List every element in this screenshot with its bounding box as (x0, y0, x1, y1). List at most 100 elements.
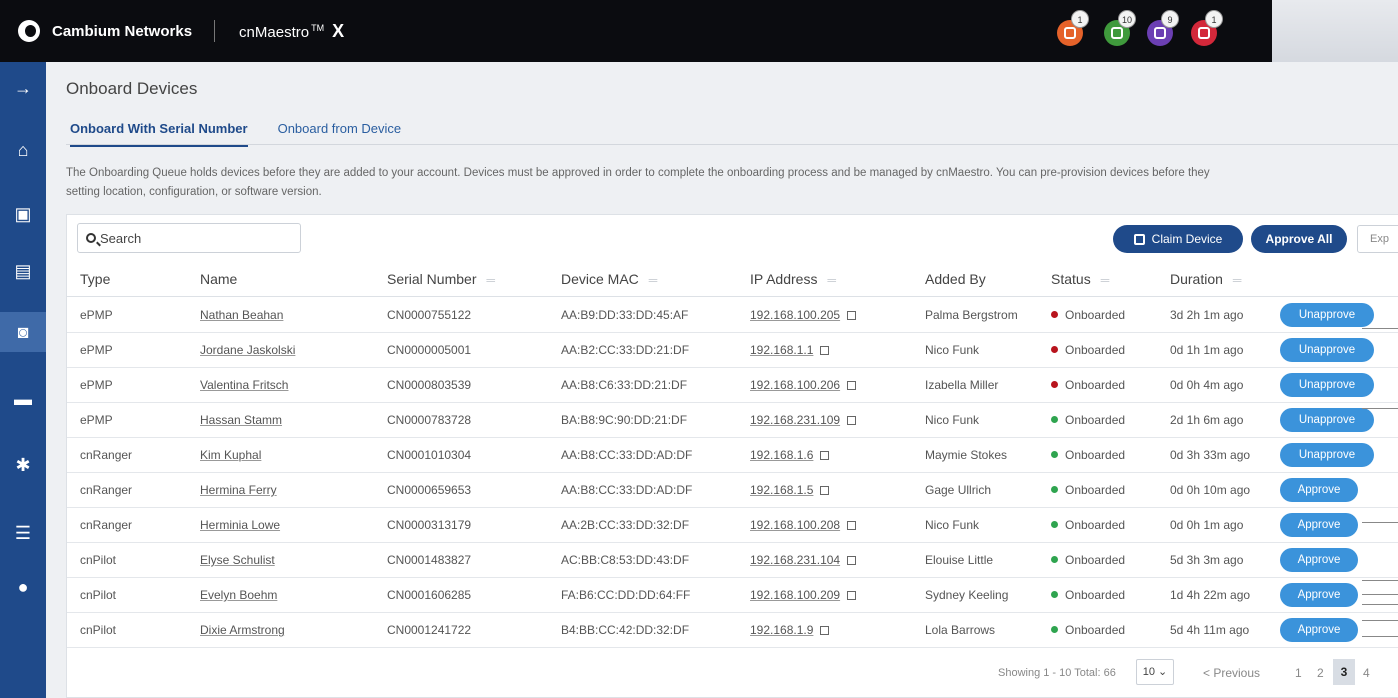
device-name-link[interactable]: Jordane Jaskolski (200, 343, 295, 357)
sync-notification[interactable]: 1 (1191, 10, 1223, 46)
ip-address-link-text: 192.168.100.206 (750, 378, 841, 392)
home-icon[interactable]: ⌂ (0, 130, 46, 170)
expand-arrow-icon[interactable]: → (0, 68, 46, 108)
device-name-link-text: Jordane Jaskolski (200, 343, 296, 357)
task-icon-glyph (1154, 27, 1166, 39)
approve-button[interactable]: Approve (1280, 583, 1358, 607)
ip-address-link[interactable]: 192.168.1.1 (750, 343, 830, 357)
ip-address-link[interactable]: 192.168.100.205 (750, 308, 857, 322)
sort-icon[interactable]: ═ (1101, 273, 1110, 287)
unapprove-button[interactable]: Unapprove (1280, 443, 1374, 467)
external-link-icon[interactable] (847, 416, 857, 425)
external-link-icon[interactable] (847, 521, 857, 530)
external-link-icon[interactable] (820, 486, 830, 495)
search-input[interactable]: Search (77, 223, 301, 253)
unapprove-button[interactable]: Unapprove (1280, 408, 1374, 432)
column-header-status[interactable]: Status ═ (1051, 271, 1109, 287)
external-link-icon[interactable] (820, 626, 830, 635)
column-header-ip-address[interactable]: IP Address ═ (750, 271, 836, 287)
briefcase-icon[interactable]: ▬ (0, 379, 46, 419)
approve-button[interactable]: Approve (1280, 478, 1358, 502)
duration-text: 0d 0h 1m ago (1170, 518, 1244, 532)
serial-number-text: CN0000783728 (387, 413, 472, 427)
column-header-duration[interactable]: Duration ═ (1170, 271, 1241, 287)
notification-count: 1 (1205, 10, 1223, 28)
column-header-serial-number[interactable]: Serial Number ═ (387, 271, 495, 287)
page-3-button[interactable]: 3 (1333, 659, 1355, 685)
ip-address-link[interactable]: 192.168.1.9 (750, 623, 830, 637)
table-row: ePMP Jordane Jaskolski CN0000005001 AA:B2:C… (67, 333, 1398, 368)
sort-icon[interactable]: ═ (1233, 273, 1242, 287)
external-link-icon[interactable] (847, 311, 857, 320)
page-2-button[interactable]: 2 (1317, 666, 1324, 680)
external-link-icon[interactable] (847, 381, 857, 390)
trademark-mark: TM (311, 22, 325, 33)
device-name-link[interactable]: Nathan Beahan (200, 308, 283, 322)
serial-number-text: CN0000755122 (387, 308, 472, 322)
task-notification[interactable]: 9 (1147, 10, 1179, 46)
column-header-device-mac[interactable]: Device MAC ═ (561, 271, 657, 287)
export-button[interactable]: Exp (1357, 225, 1398, 253)
page-size-select[interactable]: 10 ⌄ (1136, 659, 1174, 685)
device-type-text: ePMP (80, 343, 113, 357)
ip-address-link[interactable]: 192.168.100.206 (750, 378, 857, 392)
device-name-link[interactable]: Herminia Lowe (200, 518, 280, 532)
table-row: cnPilot Elyse Schulist CN0001483827 AC:BB:C… (67, 543, 1398, 578)
device-name-link[interactable]: Valentina Fritsch (200, 378, 288, 392)
sort-icon[interactable]: ═ (649, 273, 658, 287)
external-link-icon[interactable] (820, 346, 830, 355)
unapprove-button[interactable]: Unapprove (1280, 303, 1374, 327)
ip-address-link[interactable]: 192.168.100.209 (750, 588, 857, 602)
page-1-button[interactable]: 1 (1295, 666, 1302, 680)
serial-number: CN0000005001 (387, 343, 471, 357)
ip-address-link[interactable]: 192.168.231.104 (750, 553, 857, 567)
server-icon[interactable]: ☰ (0, 513, 46, 553)
status: Onboarded (1051, 553, 1125, 567)
table-row: cnPilot Dixie Armstrong CN0001241722 B4:BB:… (67, 613, 1398, 648)
settings-gear-icon[interactable]: ✱ (0, 445, 46, 485)
onboard-icon[interactable]: ◙ (0, 312, 46, 352)
duration: 0d 3h 33m ago (1170, 448, 1250, 462)
device-name-link[interactable]: Dixie Armstrong (200, 623, 285, 637)
monitor-icon[interactable]: ▣ (0, 194, 46, 234)
device-name-link[interactable]: Elyse Schulist (200, 553, 275, 567)
ip-address-link-text: 192.168.1.5 (750, 483, 814, 497)
status: Onboarded (1051, 588, 1125, 602)
alarm-notification[interactable]: 1 (1057, 10, 1089, 46)
approve-button[interactable]: Approve (1280, 548, 1358, 572)
device-name-link[interactable]: Hermina Ferry (200, 483, 277, 497)
approve-button[interactable]: Approve (1280, 513, 1358, 537)
sort-icon[interactable]: ═ (486, 273, 495, 287)
approve-button[interactable]: Approve (1280, 618, 1358, 642)
external-link-icon[interactable] (847, 591, 857, 600)
claim-device-button[interactable]: Claim Device (1113, 225, 1243, 253)
notification-count: 10 (1118, 10, 1136, 28)
ip-address-link[interactable]: 192.168.100.208 (750, 518, 857, 532)
device-mac: AA:B8:CC:33:DD:AD:DF (561, 448, 692, 462)
device-type: cnPilot (80, 588, 116, 602)
column-header-label: Added By (925, 271, 986, 287)
page-4-button[interactable]: 4 (1363, 666, 1370, 680)
table-row: cnRanger Hermina Ferry CN0000659653 AA:B8:C… (67, 473, 1398, 508)
ip-address-link[interactable]: 192.168.231.109 (750, 413, 857, 427)
device-type: cnPilot (80, 623, 116, 637)
ip-address-link[interactable]: 192.168.1.5 (750, 483, 830, 497)
sort-icon[interactable]: ═ (827, 273, 836, 287)
previous-page-button[interactable]: < Previous (1203, 666, 1260, 680)
external-link-icon[interactable] (847, 556, 857, 565)
device-name-link[interactable]: Evelyn Boehm (200, 588, 277, 602)
duration: 0d 1h 1m ago (1170, 343, 1243, 357)
product-label: cnMaestro (239, 23, 310, 41)
approve-all-button[interactable]: Approve All (1251, 225, 1347, 253)
ip-address-link[interactable]: 192.168.1.6 (750, 448, 830, 462)
device-name-link[interactable]: Kim Kuphal (200, 448, 261, 462)
clipboard-icon[interactable]: ▤ (0, 251, 46, 291)
unapprove-button[interactable]: Unapprove (1280, 338, 1374, 362)
serial-number-text: CN0000803539 (387, 378, 472, 392)
device-notification[interactable]: 10 (1104, 10, 1136, 46)
duration: 1d 4h 22m ago (1170, 588, 1250, 602)
unapprove-button[interactable]: Unapprove (1280, 373, 1374, 397)
device-name-link[interactable]: Hassan Stamm (200, 413, 282, 427)
external-link-icon[interactable] (820, 451, 830, 460)
user-icon[interactable]: ● (0, 567, 46, 607)
